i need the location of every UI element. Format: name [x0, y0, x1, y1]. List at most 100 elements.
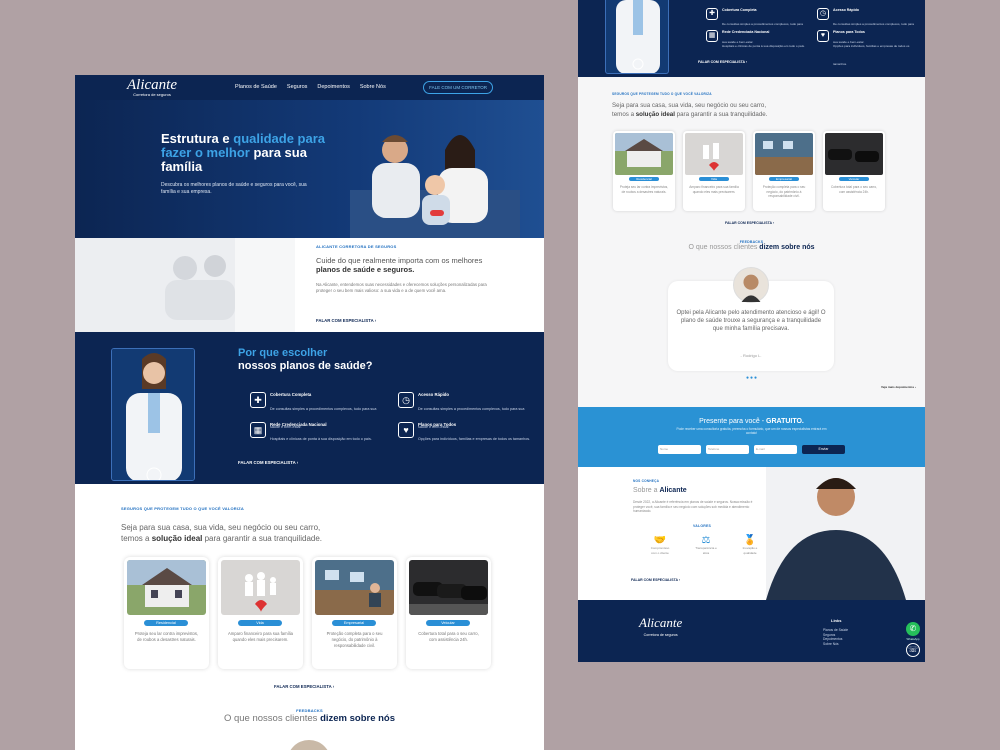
house-photo — [615, 133, 673, 175]
avatar — [287, 740, 331, 750]
why-specialist-link[interactable]: FALAR COM ESPECIALISTA › — [238, 460, 298, 465]
about-section: NOS CONHEÇA Sobre a Alicante Desde 2022,… — [578, 467, 925, 600]
landing-page-full-mockup: Alicante Corretora de seguros Planos de … — [75, 75, 544, 750]
scales-icon: ⚖ — [701, 535, 711, 546]
insurance-section: SEGUROS QUE PROTEGEM TUDO O QUE VOCÊ VAL… — [578, 77, 925, 232]
nav-item-seguros[interactable]: Seguros — [287, 84, 308, 90]
card-desc: Proteção completa para o seu negócio, do… — [326, 631, 383, 648]
testimonial-author: - Rodrigo L. — [740, 353, 762, 358]
tag-vida: Vida — [238, 620, 282, 626]
logo-text: Alicante — [127, 77, 177, 93]
about-specialist-link[interactable]: FALAR COM ESPECIALISTA › — [631, 578, 680, 582]
value-item: 🤝 Compromisso com o cliente — [648, 535, 672, 556]
about-title: Sobre a Alicante — [633, 487, 687, 494]
insurance-cards: Residencial Proteja seu lar contra impre… — [124, 557, 491, 669]
why-title: Por que escolher nossos planos de saúde? — [238, 347, 373, 372]
free-consulting-section: Presente para você - GRATUITO. Pode rece… — [578, 407, 925, 467]
family-paper-photo — [685, 133, 743, 175]
avatar — [733, 267, 769, 303]
card-veicular[interactable]: Veicular Cobertura total para o seu carr… — [823, 131, 885, 211]
value-item: ⚖ Transparência e ética — [695, 535, 717, 555]
tag-vida: Vida — [699, 177, 729, 181]
navbar: Alicante Corretora de seguros Planos de … — [75, 75, 544, 100]
more-testimonials-link[interactable]: Veja mais depoimentos › — [881, 385, 916, 389]
about-specialist-link[interactable]: FALAR COM ESPECIALISTA › — [316, 318, 376, 323]
about-intro-section: ALICANTE CORRETORA DE SEGUROS Cuide do q… — [75, 238, 544, 332]
plus-cross-icon: ✚ — [706, 8, 718, 20]
card-residencial[interactable]: Residencial Proteja seu lar contra impre… — [613, 131, 675, 211]
insurance-specialist-link[interactable]: FALAR COM ESPECIALISTA › — [725, 221, 774, 225]
feedback-title: O que nossos clientes dizem sobre nós — [688, 244, 815, 251]
feature-national-network: ▦ Rede Credenciada Nacional Hospitais e c… — [250, 422, 385, 445]
office-photo — [315, 560, 394, 615]
family-paper-photo — [221, 560, 300, 615]
nav-menu: Planos de Saúde Seguros Depoimentos Sobr… — [235, 84, 386, 90]
card-empresarial[interactable]: Empresarial Proteção completa para o seu… — [312, 557, 397, 669]
logo-subtitle: Corretora de seguros — [133, 92, 171, 97]
award-icon: 🏅 — [743, 535, 757, 546]
about-kicker: ALICANTE CORRETORA DE SEGUROS — [316, 244, 397, 249]
feedback-heading: FEEDBACKS O que nossos clientes dizem so… — [578, 240, 925, 251]
insurance-specialist-link[interactable]: FALAR COM ESPECIALISTA › — [274, 684, 334, 689]
name-input[interactable]: Nome — [658, 445, 701, 454]
about-text: Na Alicante, entendemos suas necessidade… — [316, 282, 487, 293]
card-vida[interactable]: Vida Amparo financeiro para sua família … — [683, 131, 745, 211]
why-choose-section: Por que escolher nossos planos de saúde? … — [75, 332, 544, 484]
why-section-continued: ✚ Cobertura Completa De consultas simples… — [578, 0, 925, 77]
whatsapp-icon[interactable]: ✆ — [906, 622, 920, 636]
tag-empresarial: Empresarial — [332, 620, 376, 626]
card-desc: Cobertura total para o seu carro, com as… — [830, 185, 878, 194]
phone-icon[interactable]: ☏ — [906, 643, 920, 657]
why-specialist-link[interactable]: FALAR COM ESPECIALISTA › — [698, 60, 747, 64]
email-input[interactable]: E-mail — [754, 445, 797, 454]
landing-page-continuation-mockup: ✚ Cobertura Completa De consultas simples… — [578, 0, 925, 662]
doctor-photo — [605, 0, 669, 74]
about-heading: Cuide do que realmente importa com os me… — [316, 256, 483, 274]
card-residencial[interactable]: Residencial Proteja seu lar contra impre… — [124, 557, 209, 669]
card-desc: Amparo financeiro para sua família quand… — [228, 631, 293, 642]
card-vida[interactable]: Vida Amparo financeiro para sua família … — [218, 557, 303, 669]
send-button[interactable]: Enviar — [802, 445, 845, 454]
hand-heart-icon: ♥ — [398, 422, 414, 438]
carousel-dots[interactable]: ●●● — [746, 375, 758, 381]
handshake-icon: 🤝 — [653, 535, 667, 546]
value-item: 🏅 Inovação e qualidade — [738, 535, 762, 556]
testimonial-text: Optei pela Alicante pelo atendimento ate… — [676, 310, 826, 332]
feature-national-network: ▦ Rede Credenciada Nacional Hospitais e c… — [706, 30, 806, 52]
nav-item-planos[interactable]: Planos de Saúde — [235, 84, 277, 90]
footer-link[interactable]: Planos de Saúde — [823, 628, 848, 633]
card-desc: Amparo financeiro para sua família quand… — [689, 185, 739, 194]
plus-cross-icon: ✚ — [250, 392, 266, 408]
hero-section: Estrutura e qualidade para fazer o melho… — [75, 100, 544, 238]
nav-item-depoimentos[interactable]: Depoimentos — [317, 84, 349, 90]
cars-photo — [825, 133, 883, 175]
insurance-section: SEGUROS QUE PROTEGEM TUDO O QUE VOCÊ VAL… — [75, 484, 544, 750]
nav-item-sobre[interactable]: Sobre Nós — [360, 84, 386, 90]
insurance-text: Seja para sua casa, sua vida, seu negóci… — [121, 523, 323, 543]
tag-residencial: Residencial — [629, 177, 659, 181]
feedback-heading: FEEDBACKS O que nossos clientes dizem so… — [75, 708, 544, 724]
contact-broker-button[interactable]: FALE COM UM CORRETOR — [423, 81, 493, 94]
feature-plans-for-all: ♥ Planos para Todos Opções para indivíduo… — [398, 422, 533, 445]
hero-text: Descubra os melhores planos de saúde e s… — [161, 182, 307, 195]
footer-links: Planos de Saúde Seguros Depoimentos Sobr… — [823, 628, 848, 646]
footer-logo[interactable]: Alicante Corretora de seguros — [639, 616, 682, 641]
hero-title: Estrutura e qualidade para fazer o melho… — [161, 131, 325, 174]
phone-input[interactable]: Telefone — [706, 445, 749, 454]
about-kicker: NOS CONHEÇA — [633, 479, 660, 483]
free-text: Pode receber uma consultoria gratuita, p… — [676, 427, 827, 435]
logo[interactable]: Alicante Corretora de seguros — [127, 77, 177, 98]
card-desc: Proteção completa para o seu negócio, do… — [762, 185, 806, 198]
free-title: Presente para você - GRATUITO. — [699, 418, 804, 425]
card-empresarial[interactable]: Empresarial Proteção completa para o seu… — [753, 131, 815, 211]
hand-heart-icon: ♥ — [817, 30, 829, 42]
links-title: Links — [831, 618, 842, 623]
family-bw-photo — [75, 238, 295, 332]
card-veicular[interactable]: Veicular Cobertura total para o seu carr… — [406, 557, 491, 669]
cars-photo — [409, 560, 488, 615]
family-photo — [350, 135, 520, 238]
values-title: VALORES — [693, 524, 712, 528]
whatsapp-label: WhatsApp — [906, 637, 920, 641]
testimonials-section: FEEDBACKS O que nossos clientes dizem so… — [578, 232, 925, 407]
footer-link[interactable]: Sobre Nós — [823, 642, 848, 647]
